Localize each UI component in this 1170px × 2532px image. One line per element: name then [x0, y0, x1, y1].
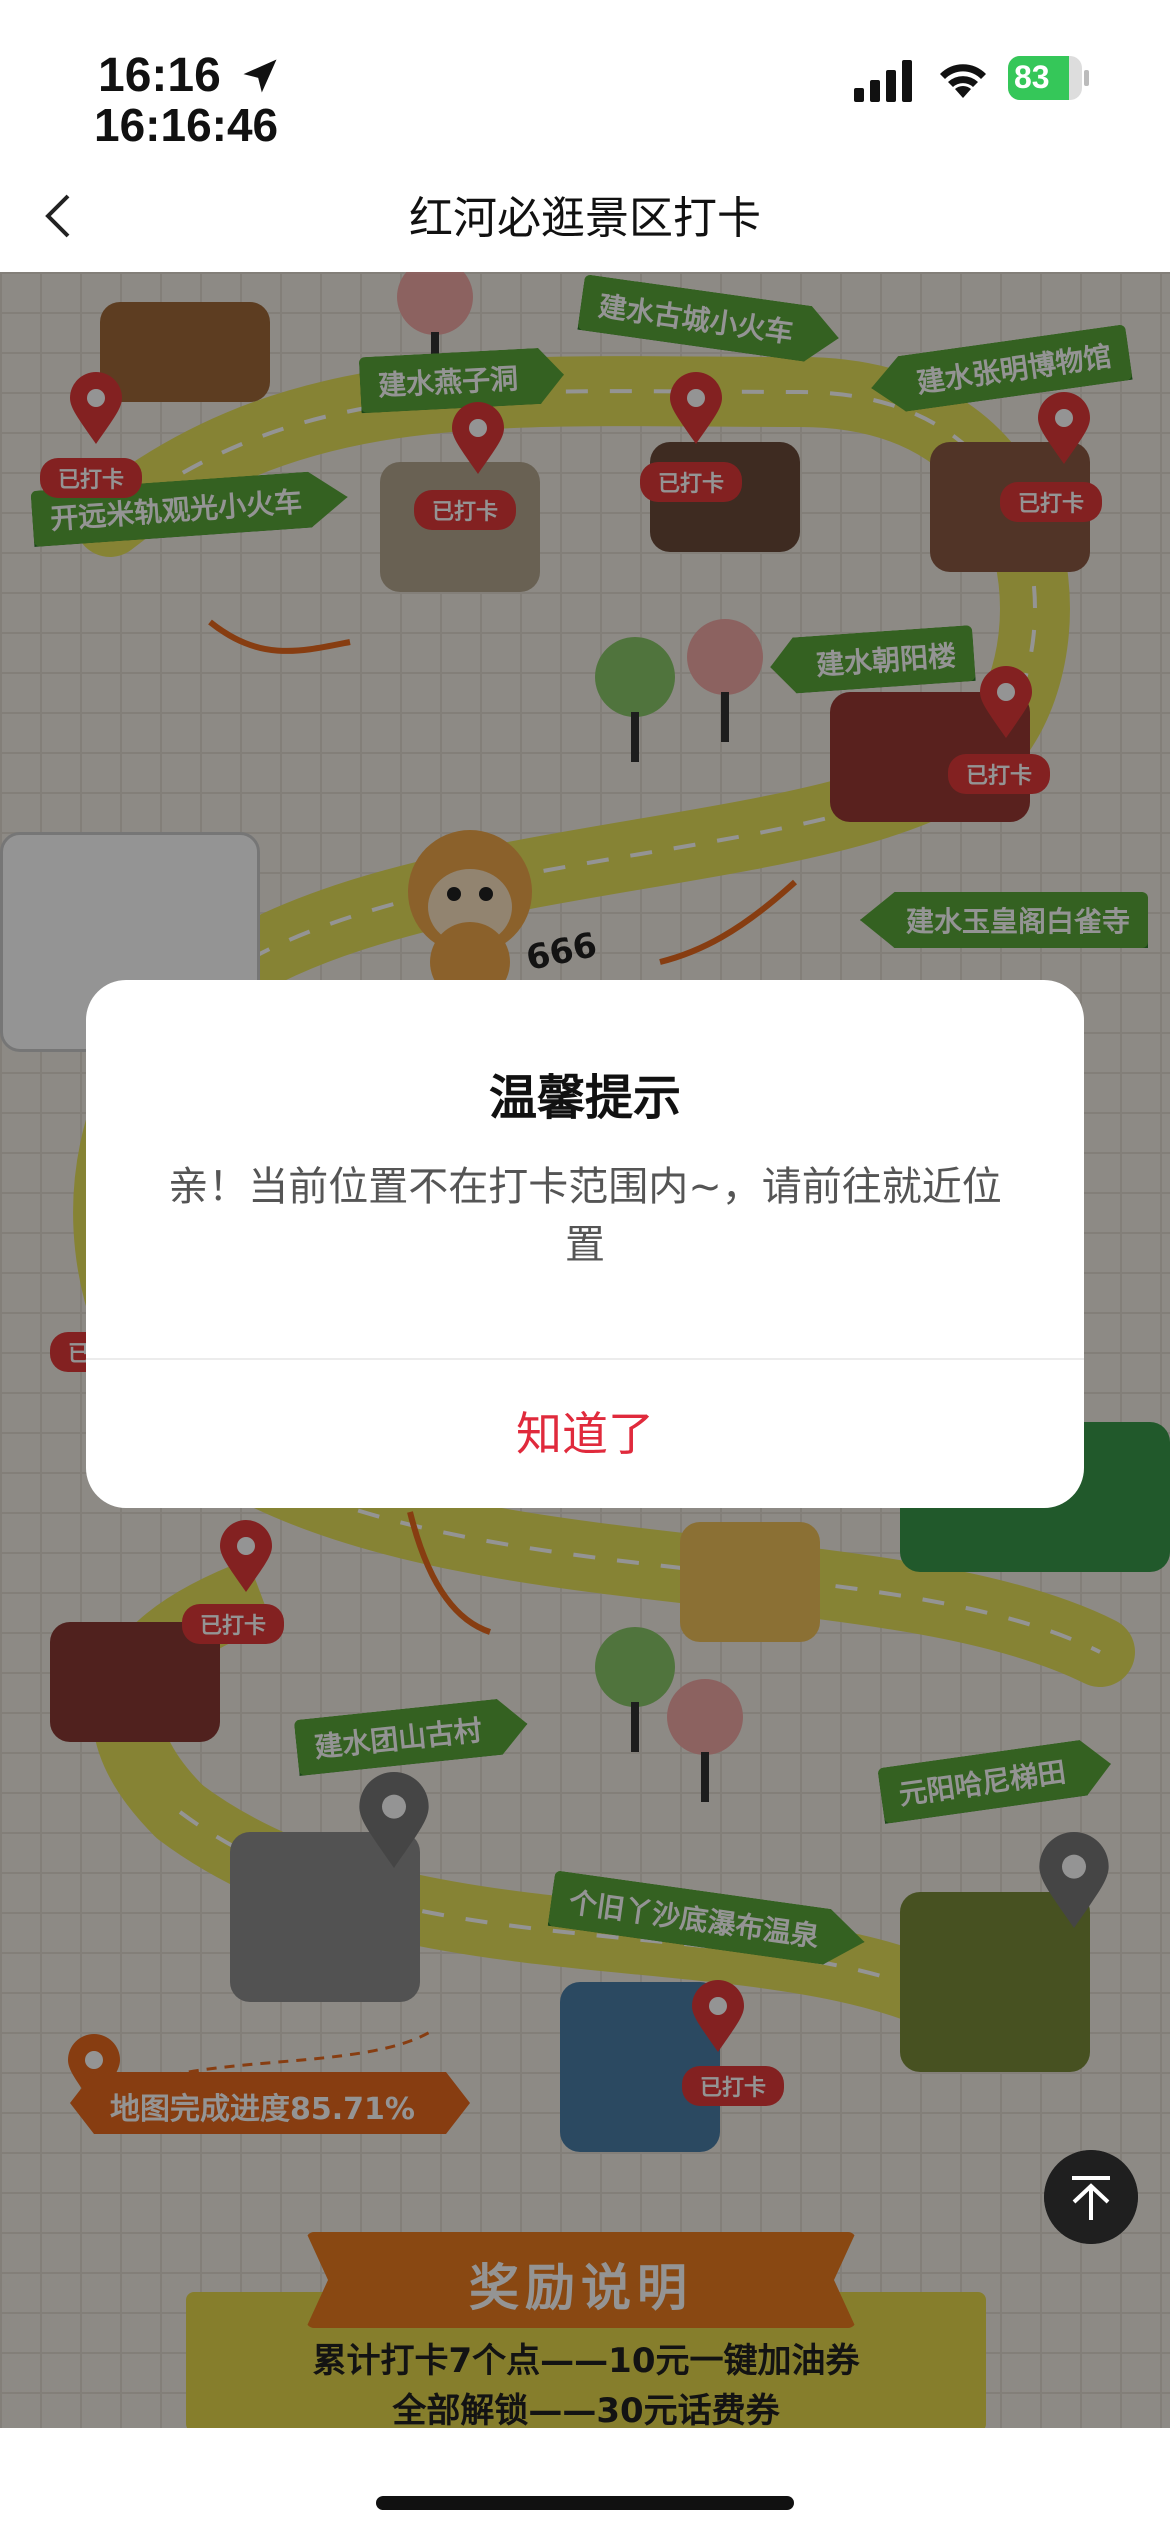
page-title: 红河必逛景区打卡: [409, 193, 761, 244]
home-indicator[interactable]: [376, 2496, 794, 2510]
wifi-icon: [940, 64, 986, 98]
location-arrow-icon: [243, 59, 277, 93]
status-time: 16:16: [98, 49, 221, 102]
cellular-signal-icon: [854, 60, 912, 102]
status-time-seconds: 16:16:46: [94, 99, 279, 151]
nav-bar: 红河必逛景区打卡: [0, 160, 1170, 272]
dialog-title: 温馨提示: [488, 1070, 681, 1126]
battery-percent: 83: [1014, 59, 1050, 95]
dialog-message: 亲！当前位置不在打卡范围内~，请前往就近位置: [168, 1164, 1002, 1268]
dialog-confirm-button[interactable]: 知道了: [86, 1360, 1084, 1508]
scroll-to-top-button[interactable]: [1044, 2150, 1138, 2244]
battery-icon: 83: [1008, 56, 1089, 100]
home-indicator-area: [0, 2428, 1170, 2532]
status-bar: 16:16 16:16:46 83: [0, 0, 1170, 160]
alert-dialog: 温馨提示 亲！当前位置不在打卡范围内~，请前往就近位置 知道了: [86, 980, 1084, 1508]
